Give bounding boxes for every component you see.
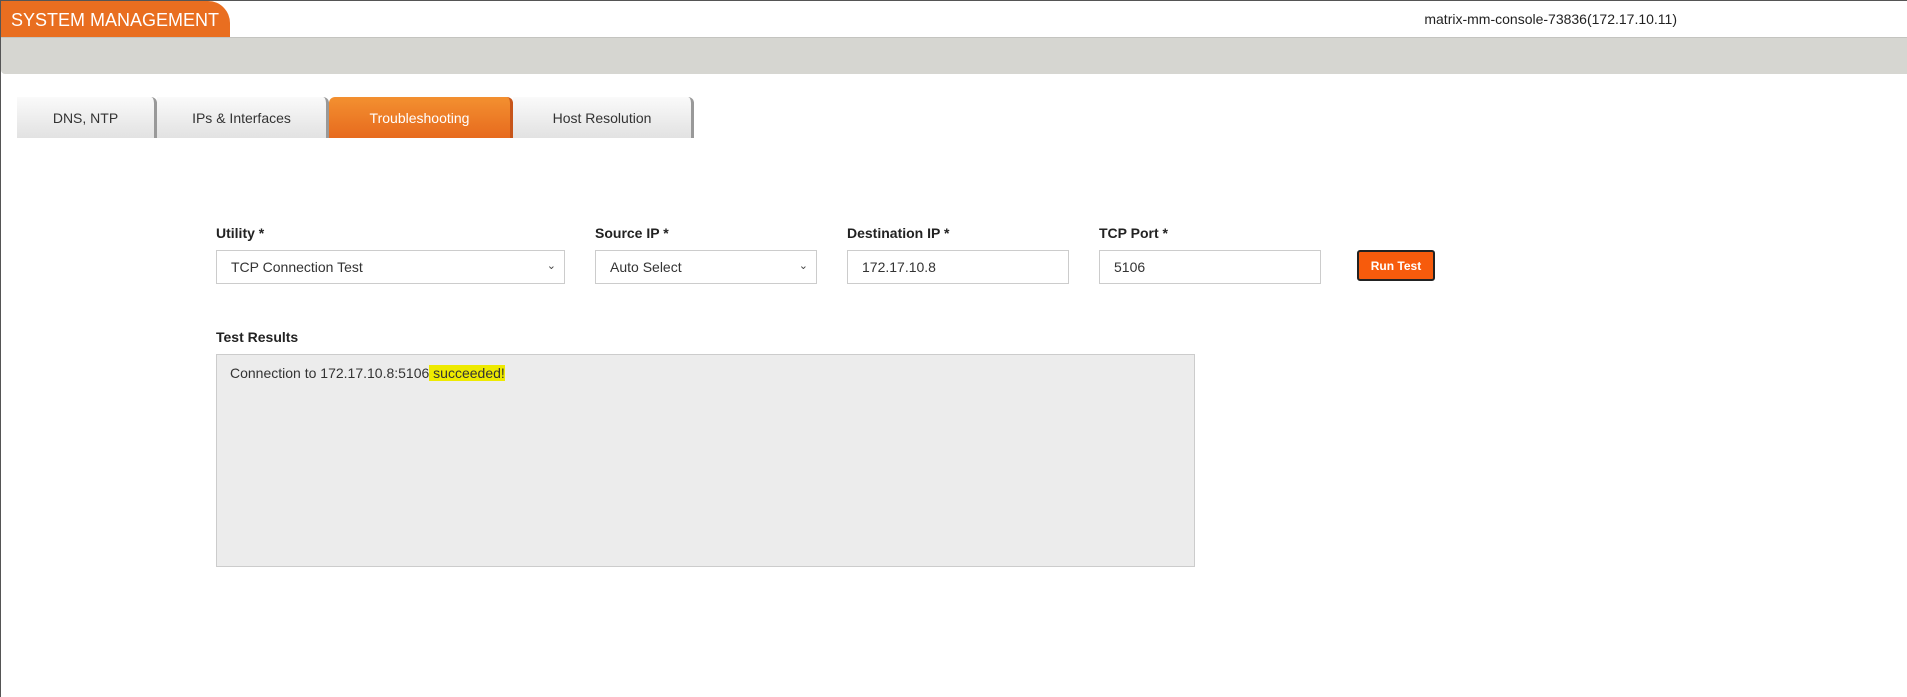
run-test-button[interactable]: Run Test bbox=[1357, 250, 1435, 281]
tab-bar: DNS, NTP IPs & Interfaces Troubleshootin… bbox=[17, 97, 694, 138]
tab-host-resolution[interactable]: Host Resolution bbox=[513, 97, 694, 138]
source-ip-label: Source IP * bbox=[595, 225, 669, 241]
chevron-down-icon: ⌄ bbox=[798, 260, 808, 272]
utility-select[interactable]: TCP Connection Test ⌄ bbox=[216, 250, 565, 284]
tab-troubleshooting[interactable]: Troubleshooting bbox=[329, 97, 513, 138]
tcp-port-value: 5106 bbox=[1114, 259, 1146, 275]
source-ip-value: Auto Select bbox=[610, 259, 682, 275]
hostname: matrix-mm-console-73836(172.17.10.11) bbox=[1424, 11, 1677, 27]
source-ip-select[interactable]: Auto Select ⌄ bbox=[595, 250, 817, 284]
test-results-label: Test Results bbox=[216, 329, 299, 345]
destination-ip-value: 172.17.10.8 bbox=[862, 259, 936, 275]
test-results-box: Connection to 172.17.10.8:5106 succeeded… bbox=[216, 354, 1195, 567]
tab-dns-ntp[interactable]: DNS, NTP bbox=[17, 97, 157, 138]
destination-ip-label: Destination IP * bbox=[847, 225, 950, 241]
tcp-port-input[interactable]: 5106 bbox=[1099, 250, 1321, 284]
chevron-down-icon: ⌄ bbox=[546, 260, 556, 272]
utility-value: TCP Connection Test bbox=[231, 259, 363, 275]
app-title: SYSTEM MANAGEMENT bbox=[1, 1, 230, 37]
destination-ip-input[interactable]: 172.17.10.8 bbox=[847, 250, 1069, 284]
result-text: Connection to 172.17.10.8:5106 bbox=[230, 365, 430, 381]
tab-ips-interfaces[interactable]: IPs & Interfaces bbox=[157, 97, 329, 138]
tcp-port-label: TCP Port * bbox=[1099, 225, 1168, 241]
header-band bbox=[1, 37, 1907, 74]
utility-label: Utility * bbox=[216, 225, 265, 241]
result-status: succeeded! bbox=[429, 365, 505, 381]
